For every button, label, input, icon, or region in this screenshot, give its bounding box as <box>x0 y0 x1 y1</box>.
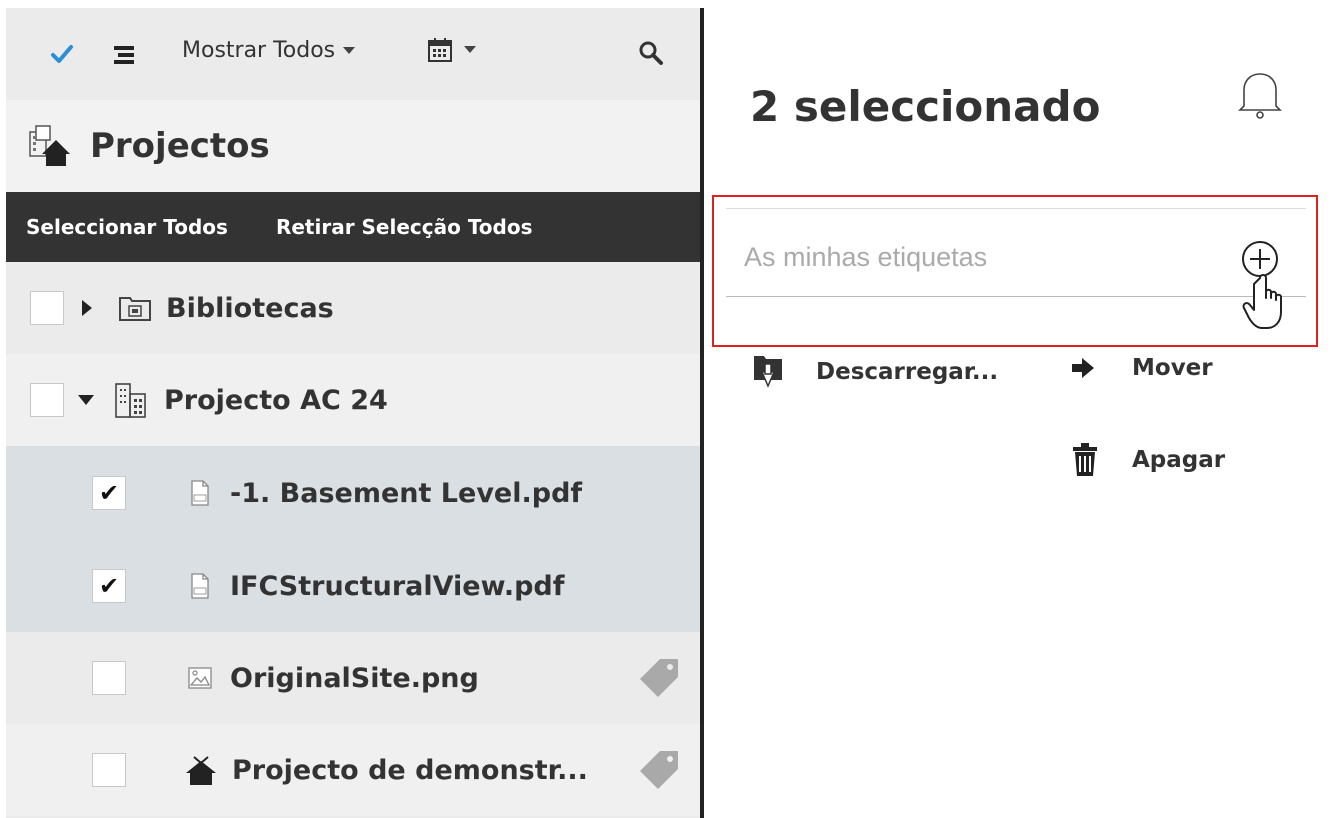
pdf-file-icon <box>191 480 209 506</box>
row-checkbox-checked[interactable]: ✔ <box>92 476 126 510</box>
project-house-icon <box>186 756 216 785</box>
page-title: Projectos <box>90 126 270 166</box>
selection-count-title: 2 seleccionado <box>750 82 1101 131</box>
selection-bar: Seleccionar Todos Retirar Selecção Todos <box>6 192 700 262</box>
divider-line <box>726 208 1306 209</box>
bell-icon[interactable] <box>1234 66 1286 126</box>
move-label: Mover <box>1132 355 1213 381</box>
pdf-file-icon <box>191 573 209 599</box>
filter-dropdown-label: Mostrar Todos <box>182 38 336 63</box>
row-checkbox[interactable] <box>92 661 126 695</box>
row-checkbox[interactable] <box>92 753 126 787</box>
deselect-all-button[interactable]: Retirar Selecção Todos <box>276 215 533 239</box>
tree-row-basement-level[interactable]: ✔ -1. Basement Level.pdf <box>6 446 700 540</box>
chevron-down-icon[interactable] <box>78 395 94 405</box>
tags-input[interactable] <box>742 236 1226 278</box>
download-button[interactable]: Descarregar... <box>750 352 998 392</box>
tree-row-original-site[interactable]: OriginalSite.png <box>6 632 700 724</box>
tag-icon[interactable] <box>636 747 682 793</box>
tree-row-bibliotecas[interactable]: Bibliotecas <box>6 262 700 354</box>
chevron-right-icon[interactable] <box>82 300 92 316</box>
tree-row-projecto-ac-24[interactable]: Projecto AC 24 <box>6 354 700 446</box>
tree-row-projecto-demonstracao[interactable]: Projecto de demonstr... <box>6 724 700 816</box>
arrow-right-icon <box>1072 358 1094 378</box>
trash-icon <box>1073 443 1097 476</box>
list-view-icon[interactable] <box>112 44 136 66</box>
search-icon[interactable] <box>638 40 664 66</box>
check-icon[interactable] <box>50 42 74 66</box>
projects-icon <box>29 125 70 166</box>
building-icon <box>115 383 146 418</box>
projects-header: Projectos <box>6 100 700 192</box>
tree-row-label: -1. Basement Level.pdf <box>230 477 583 509</box>
row-checkbox[interactable] <box>30 383 64 417</box>
filter-dropdown[interactable]: Mostrar Todos <box>182 38 356 63</box>
tag-icon[interactable] <box>636 655 682 701</box>
browser-toolbar: Mostrar Todos <box>6 8 700 100</box>
date-filter-dropdown[interactable] <box>426 36 476 64</box>
chevron-down-icon <box>464 46 476 53</box>
tree-row-label: Projecto AC 24 <box>164 384 388 416</box>
row-checkbox[interactable] <box>30 291 64 325</box>
chevron-down-icon <box>343 46 356 54</box>
row-checkbox-checked[interactable]: ✔ <box>92 569 126 603</box>
tags-input-underline <box>726 296 1306 297</box>
tree-row-label: OriginalSite.png <box>230 662 479 694</box>
hand-cursor-icon <box>1240 272 1290 336</box>
move-button[interactable]: Mover <box>1070 355 1213 381</box>
tree-row-ifc-structural-view[interactable]: ✔ IFCStructuralView.pdf <box>6 540 700 632</box>
panel-divider[interactable] <box>700 8 704 818</box>
delete-label: Apagar <box>1132 447 1226 473</box>
tree-row-label: Projecto de demonstr... <box>232 754 588 786</box>
download-folder-icon <box>754 356 782 388</box>
image-file-icon <box>188 667 212 689</box>
calendar-icon <box>428 38 452 62</box>
tree-row-label: Bibliotecas <box>166 292 334 324</box>
select-all-button[interactable]: Seleccionar Todos <box>26 215 228 239</box>
library-folder-icon <box>119 297 151 321</box>
download-label: Descarregar... <box>816 359 999 385</box>
project-browser-panel: Mostrar Todos Projectos Seleccionar Todo… <box>6 8 700 818</box>
delete-button[interactable]: Apagar <box>1070 442 1225 478</box>
tree-row-label: IFCStructuralView.pdf <box>230 570 565 602</box>
